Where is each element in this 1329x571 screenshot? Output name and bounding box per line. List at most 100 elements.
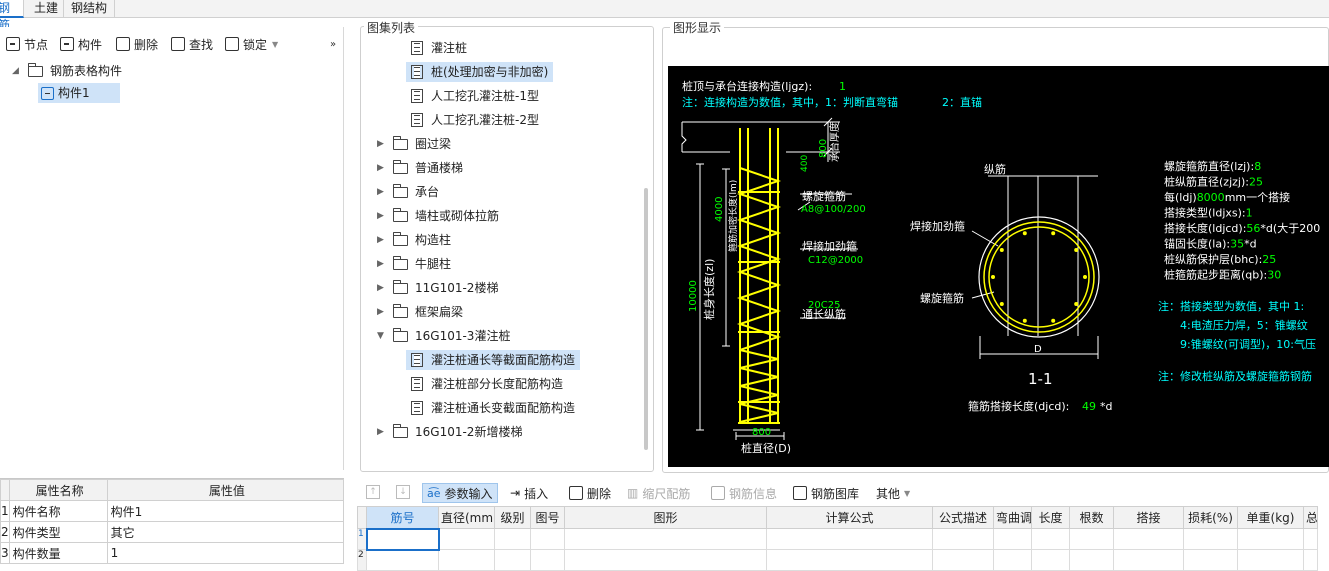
grid-header-6[interactable]: 公式描述 [932,506,994,529]
section-title: 1-1 [1028,370,1053,388]
dense-4000-label[interactable]: 4000 [714,197,725,222]
spiral-hoop-value[interactable]: A8@100/200 [801,204,866,215]
collapse-arrow-icon[interactable]: ▼ [377,326,389,346]
grid-header-9[interactable]: 根数 [1069,506,1114,529]
expand-arrow-icon[interactable]: ▶ [377,230,389,250]
other-menu-button[interactable]: 其他 ▼ [876,484,910,502]
collapse-arrow-icon[interactable]: ◢ [12,61,24,81]
tab-rebar[interactable]: 钢筋 [0,0,24,32]
atlas-item[interactable]: 灌注桩部分长度配筋构造 [406,374,568,394]
rebar-library-button[interactable]: 钢筋图库 [793,484,859,502]
cell-rebar-number[interactable] [365,527,440,551]
move-up-icon[interactable]: ↑ [366,485,380,499]
drawing-title: 图形显示 [670,19,725,36]
expand-arrow-icon[interactable]: ▶ [377,182,389,202]
atlas-folder[interactable]: ▶ 墙柱或砌体拉筋 [377,206,499,226]
atlas-folder[interactable]: ▶ 承台 [377,182,439,202]
atlas-folder[interactable]: ▶ 普通楼梯 [377,158,463,178]
find-button[interactable]: 查找 [171,35,213,53]
drawing-param[interactable]: 锚固长度(la):35*d [1164,237,1257,251]
atlas-scrollbar[interactable] [644,188,648,450]
weld-hoop-value[interactable]: C12@2000 [808,255,863,266]
pile-length-label: 桩身长度(zl) [702,259,716,320]
atlas-folder[interactable]: ▶ 框架扁梁 [377,302,463,322]
atlas-item[interactable]: 灌注桩 [406,38,472,58]
bottom-800-label[interactable]: 800 [752,427,771,438]
rebar-info-button[interactable]: 钢筋信息 [711,484,777,502]
grid-header-0[interactable]: 筋号 [366,506,439,529]
component-icon [60,37,74,51]
atlas-title: 图集列表 [364,19,419,36]
drawing-param[interactable]: 桩纵筋保护层(bhc):25 [1164,252,1276,266]
prop-header-value: 属性值 [106,479,345,501]
delete-row-button[interactable]: 删除 [569,484,611,502]
table-row[interactable]: 2 [357,549,1318,571]
lock-button[interactable]: 锁定 ▼ [225,35,278,53]
expand-arrow-icon[interactable]: ▶ [377,134,389,154]
expand-arrow-icon[interactable]: ▶ [377,206,389,226]
drawing-param[interactable]: 螺旋箍筋直径(lzj):8 [1164,159,1261,173]
table-row[interactable]: 1 [357,527,1318,551]
scale-icon: ▥ [627,486,639,500]
atlas-folder[interactable]: ▶ 构造柱 [377,230,451,250]
atlas-item[interactable]: 桩(处理加密与非加密) [406,62,554,82]
grid-header-11[interactable]: 损耗(%) [1183,506,1238,529]
drawing-param[interactable]: 桩箍筋起步距离(qb):30 [1164,268,1281,282]
atlas-folder[interactable]: ▶ 16G101-2新增楼梯 [377,422,522,442]
tab-civil[interactable]: 土建 [30,0,64,18]
table-row[interactable]: 2 构件类型 其它 [0,521,345,543]
connection-note: 注：连接构造为数值，其中，1：判断直弯锚 [682,95,898,109]
folder-icon [392,159,408,174]
section-spiral-label: 螺旋箍筋 [920,291,964,305]
grid-header-7[interactable]: 弯曲调整 [993,506,1032,529]
hoop-overlap-value[interactable]: 49 [1082,400,1096,413]
folder-icon [392,327,408,342]
drawing-param[interactable]: 桩纵筋直径(zjzj):25 [1164,175,1263,189]
grid-header-2[interactable]: 级别 [494,506,531,529]
add-component-button[interactable]: 构件 [60,35,102,53]
atlas-folder[interactable]: ▶ 11G101-2楼梯 [377,278,498,298]
grid-header-8[interactable]: 长度 [1031,506,1070,529]
tree-root[interactable]: ◢ 钢筋表格构件 [12,61,122,81]
atlas-item[interactable]: 灌注桩通长等截面配筋构造 [406,350,581,370]
drawing-param[interactable]: 每(ldj)8000mm一个搭接 [1164,190,1290,204]
atlas-item[interactable]: 人工挖孔灌注桩-1型 [406,86,544,106]
grid-header-1[interactable]: 直径(mm) [438,506,495,529]
section-d-label: D [1034,344,1042,355]
table-row[interactable]: 3 构件数量 1 [0,542,345,564]
more-chevron-icon[interactable]: » [330,35,336,53]
delete-button[interactable]: 删除 [116,35,158,53]
grid-header-3[interactable]: 图号 [530,506,565,529]
expand-arrow-icon[interactable]: ▶ [377,422,389,442]
expand-arrow-icon[interactable]: ▶ [377,302,389,322]
atlas-folder[interactable]: ▶ 圈过梁 [377,134,451,154]
expand-arrow-icon[interactable]: ▶ [377,278,389,298]
move-down-icon[interactable]: ↓ [396,485,410,499]
table-row[interactable]: 1 构件名称 构件1 [0,500,345,522]
atlas-folder[interactable]: ▼ 16G101-3灌注桩 [377,326,510,346]
pile-10000-label[interactable]: 10000 [688,280,699,312]
grid-header-5[interactable]: 计算公式 [766,506,933,529]
expand-arrow-icon[interactable]: ▶ [377,158,389,178]
find-icon [171,37,185,51]
atlas-item[interactable]: 人工挖孔灌注桩-2型 [406,110,544,130]
connection-value[interactable]: 1 [839,80,846,93]
expand-arrow-icon[interactable]: ▶ [377,254,389,274]
scale-rebar-button[interactable]: ▥ 缩尺配筋 [627,484,690,502]
param-icon: a͡e [427,486,441,500]
atlas-item[interactable]: 灌注桩通长变截面配筋构造 [406,398,580,418]
section-rebar-dot [999,302,1004,306]
drawing-param[interactable]: 搭接长度(ldjcd):56*d(大于200 [1164,221,1320,235]
param-input-button[interactable]: a͡e 参数输入 [422,483,498,503]
atlas-folder[interactable]: ▶ 牛腿柱 [377,254,451,274]
grid-header-10[interactable]: 搭接 [1113,506,1184,529]
insert-button[interactable]: ⇥ 插入 [510,484,548,502]
drawing-param[interactable]: 搭接类型(ldjxs):1 [1164,206,1253,220]
drawing-canvas[interactable]: 桩顶与承台连接构造(ljgz): 1 注：连接构造为数值，其中，1：判断直弯锚 … [668,66,1329,467]
grid-header-12[interactable]: 单重(kg) [1237,506,1304,529]
grid-header-4[interactable]: 图形 [564,506,767,529]
add-node-button[interactable]: 节点 [6,35,48,53]
tab-steel[interactable]: 钢结构 [67,0,115,18]
tree-item-component1[interactable]: 构件1 [38,83,120,103]
grid-header-13[interactable]: 总 [1303,506,1318,529]
